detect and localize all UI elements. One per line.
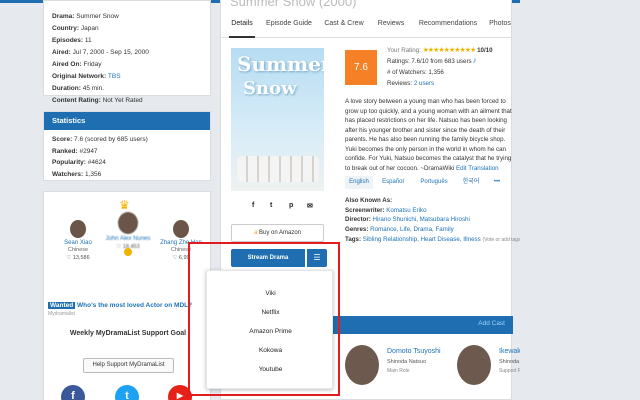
highlight-box bbox=[188, 242, 340, 396]
actor-card[interactable]: John Alex Nunes ♡ 18,453 bbox=[103, 212, 153, 251]
ratings-line: Ratings: 7.6/10 from 683 users ⫽ bbox=[387, 58, 477, 65]
lang-korean[interactable]: 한국어 bbox=[458, 176, 484, 189]
amazon-icon: a bbox=[253, 230, 258, 236]
actor-name: Sean Xiao bbox=[64, 240, 92, 246]
stat-row: Ranked: #2947 bbox=[52, 147, 98, 155]
details-box: Drama: Summer Snow Country: Japan Episod… bbox=[43, 0, 211, 104]
detail-row: Drama: Summer Snow bbox=[52, 13, 119, 20]
network-link[interactable]: TBS bbox=[108, 73, 121, 80]
stat-row: Popularity: #4624 bbox=[52, 159, 106, 166]
wanted-badge: Wanted bbox=[48, 302, 76, 309]
drama-poster[interactable]: Summer Snow bbox=[231, 48, 324, 191]
watchers-line: # of Watchers: 1,356 bbox=[387, 69, 444, 76]
tab-photos[interactable]: Photos bbox=[487, 10, 513, 38]
cast-name[interactable]: Domoto Tsuyoshi bbox=[387, 348, 441, 355]
actor-card[interactable]: Sean Xiao Chinese ♡ 13,586 bbox=[53, 220, 103, 262]
detail-row: Episodes: 11 bbox=[52, 37, 92, 44]
stat-row: Score: 7.6 (scored by 685 users) bbox=[52, 136, 148, 143]
facebook-icon[interactable]: f bbox=[61, 385, 85, 400]
detail-row: Duration: 45 min. bbox=[52, 85, 105, 92]
lang-english[interactable]: English bbox=[345, 176, 373, 189]
synopsis: A love story between a young man who has… bbox=[345, 98, 512, 172]
edit-translation-link[interactable]: Edit Translation bbox=[456, 165, 499, 172]
vote-box: Sean Xiao Chinese ♡ 13,586 ♛ John Alex N… bbox=[43, 191, 211, 400]
lang-portugues[interactable]: Português bbox=[415, 176, 453, 189]
detail-row: Aired On: Friday bbox=[52, 61, 102, 68]
tab-episode-guide[interactable]: Episode Guide bbox=[263, 10, 315, 38]
tab-details[interactable]: Details bbox=[229, 10, 255, 38]
director: Director: Hirano Shunichi, Matsubara Hir… bbox=[345, 216, 470, 223]
stat-row: Watchers: 1,356 bbox=[52, 170, 102, 178]
crown-icon: ♛ bbox=[119, 198, 130, 212]
detail-row: Content Rating: Not Yet Rated bbox=[52, 97, 143, 104]
detail-row: Country: Japan bbox=[52, 25, 99, 32]
actor-photo bbox=[118, 212, 138, 234]
support-goal-title: Weekly MyDramaList Support Goal bbox=[69, 330, 187, 337]
lang-espanol[interactable]: Español bbox=[377, 176, 409, 189]
rating-stars-icon: ★★★★★★★★★★ bbox=[422, 47, 477, 54]
poster-cast-image bbox=[237, 156, 319, 182]
tags: Tags: Sibling Relationship, Heart Diseas… bbox=[345, 236, 523, 243]
chart-icon: ⫽ bbox=[473, 58, 477, 65]
statistics-heading: Statistics bbox=[44, 112, 210, 130]
reviews-link[interactable]: 2 users bbox=[414, 80, 434, 87]
winner-badge-icon bbox=[124, 248, 132, 256]
actor-photo bbox=[173, 220, 189, 238]
buy-on-amazon-button[interactable]: a Buy on Amazon bbox=[231, 224, 324, 242]
score-badge: 7.6 bbox=[345, 50, 377, 85]
twitter-share-icon[interactable]: t bbox=[270, 202, 272, 209]
facebook-share-icon[interactable]: f bbox=[252, 202, 254, 209]
tab-recommendations[interactable]: Recommendations bbox=[416, 10, 480, 38]
more-languages-icon[interactable]: ••• bbox=[489, 176, 505, 189]
poll-question[interactable]: Wanted Who's the most loved Actor on MDL… bbox=[48, 302, 192, 309]
reviews-line: Reviews: 2 users bbox=[387, 80, 435, 87]
detail-row: Aired: Jul 7, 2000 - Sep 15, 2000 bbox=[52, 49, 149, 56]
tab-cast-crew[interactable]: Cast & Crew bbox=[321, 10, 367, 38]
also-known-as: Also Known As: bbox=[345, 197, 393, 204]
support-button[interactable]: Help Support MyDramaList bbox=[83, 358, 174, 373]
actor-nationality: Chinese bbox=[67, 247, 89, 253]
cast-type: Main Role bbox=[387, 368, 410, 374]
email-share-icon[interactable]: ✉ bbox=[307, 202, 313, 210]
twitter-icon[interactable]: t bbox=[115, 385, 139, 400]
your-rating[interactable]: Your Rating: ★★★★★★★★★★ 10/10 bbox=[387, 46, 493, 56]
cast-photo bbox=[345, 345, 379, 385]
page-title: Summer Snow (2000) bbox=[230, 0, 357, 9]
detail-row: Original Network: TBS bbox=[52, 73, 121, 80]
actor-votes: ♡ 13,586 bbox=[66, 255, 90, 261]
add-cast-link[interactable]: Add Cast bbox=[478, 320, 505, 327]
right-gutter bbox=[520, 0, 640, 400]
cast-photo bbox=[457, 345, 491, 385]
actor-name: John Alex Nunes bbox=[105, 236, 151, 242]
genres: Genres: Romance, Life, Drama, Family bbox=[345, 226, 454, 233]
cast-role: Shinoda Natsuo bbox=[387, 359, 427, 365]
pinterest-share-icon[interactable]: p bbox=[289, 202, 293, 209]
statistics-box: Statistics Score: 7.6 (scored by 685 use… bbox=[43, 111, 211, 181]
actor-poll: Sean Xiao Chinese ♡ 13,586 ♛ John Alex N… bbox=[44, 198, 212, 276]
tab-bar: Details Episode Guide Cast & Crew Review… bbox=[221, 10, 513, 38]
poll-sponsor: Mydramalist bbox=[48, 311, 75, 317]
tab-reviews[interactable]: Reviews bbox=[373, 10, 409, 38]
actor-photo bbox=[70, 220, 86, 238]
